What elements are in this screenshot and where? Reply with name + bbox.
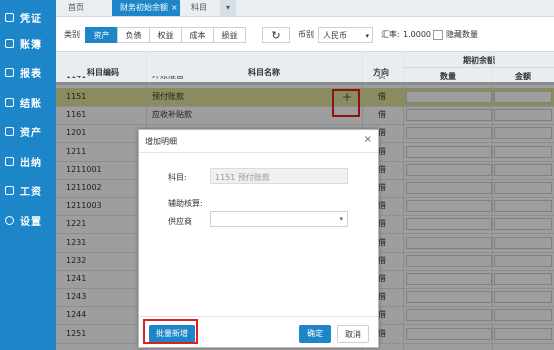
add-detail-dialog: 增加明细 × 科目: 1151 预付账款 辅助核算: 供应商 ▾ 批量新增 确定… (138, 129, 379, 348)
dialog-footer-divider (139, 316, 378, 317)
refresh-button[interactable]: ↻ (262, 27, 290, 43)
dialog-header: 增加明细 × (139, 130, 378, 153)
settings-icon (5, 215, 14, 225)
sidebar: 凭证 账簿 报表 结账 资产 出纳 工资 设置 (0, 0, 56, 350)
sidebar-item-ledger[interactable]: 账簿 (0, 30, 56, 56)
aux-label: 辅助核算: (168, 199, 203, 208)
category-asset-button[interactable]: 资产 (85, 27, 118, 43)
sidebar-item-label: 设置 (20, 216, 42, 228)
header-divider (404, 67, 554, 68)
sidebar-item-voucher[interactable]: 凭证 (0, 4, 56, 30)
currency-label: 币别 (298, 30, 314, 39)
category-label: 类别 (64, 30, 80, 39)
rate-label: 汇率: (381, 30, 400, 39)
dialog-title: 增加明细 (145, 137, 177, 146)
tab-home[interactable]: 首页 (68, 0, 84, 16)
annotation-highlight (143, 319, 198, 344)
cashier-icon (5, 156, 14, 166)
tab-more-button[interactable]: ▾ (220, 0, 236, 16)
sidebar-item-label: 结账 (20, 98, 42, 110)
refresh-icon: ↻ (271, 29, 281, 42)
sidebar-item-cashier[interactable]: 出纳 (0, 148, 56, 174)
category-cost-button[interactable]: 成本 (181, 27, 214, 43)
tab-opening-balance[interactable]: 财务初始余额 × (112, 0, 180, 16)
sidebar-item-settings[interactable]: 设置 (0, 207, 56, 233)
report-icon (5, 67, 14, 77)
hide-qty-checkbox[interactable] (433, 30, 443, 40)
voucher-icon (5, 12, 14, 22)
category-equity-button[interactable]: 权益 (149, 27, 182, 43)
tab-subject[interactable]: 科目 (191, 0, 207, 16)
category-profit-loss-button[interactable]: 损益 (213, 27, 246, 43)
sidebar-item-label: 出纳 (20, 157, 42, 169)
subject-label: 科目: (168, 173, 187, 182)
supplier-select[interactable]: ▾ (210, 211, 348, 227)
close-icon[interactable]: × (364, 134, 372, 145)
ok-button[interactable]: 确定 (299, 325, 331, 343)
salary-icon (5, 185, 14, 195)
chevron-down-icon: ▾ (365, 32, 369, 40)
sidebar-item-report[interactable]: 报表 (0, 59, 56, 85)
hide-qty-label: 隐藏数量 (446, 30, 478, 39)
supplier-label: 供应商 (168, 217, 192, 226)
tab-label: 财务初始余额 (120, 3, 168, 12)
subject-value: 1151 预付账款 (215, 173, 270, 182)
currency-select[interactable]: 人民币 ▾ (318, 27, 373, 43)
sidebar-item-label: 凭证 (20, 13, 42, 25)
close-icon[interactable]: × (171, 0, 178, 16)
tab-bar: 首页 财务初始余额 × 科目 ▾ (56, 0, 554, 17)
rate-value: 1.0000 (403, 30, 431, 39)
chevron-down-icon: ▾ (225, 3, 230, 12)
ledger-icon (5, 38, 14, 48)
subject-field: 1151 预付账款 (210, 168, 348, 184)
sidebar-item-asset[interactable]: 资产 (0, 118, 56, 144)
sidebar-item-salary[interactable]: 工资 (0, 177, 56, 203)
sidebar-item-closing[interactable]: 结账 (0, 89, 56, 115)
sidebar-item-label: 报表 (20, 68, 42, 80)
chevron-down-icon: ▾ (339, 215, 343, 223)
sidebar-item-label: 工资 (20, 186, 42, 198)
category-liability-button[interactable]: 负债 (117, 27, 150, 43)
sidebar-item-label: 账簿 (20, 39, 42, 51)
header-opening-balance: 期初余额 (463, 56, 495, 65)
asset-icon (5, 126, 14, 136)
cancel-button[interactable]: 取消 (337, 325, 369, 343)
sidebar-item-label: 资产 (20, 127, 42, 139)
currency-value: 人民币 (323, 31, 347, 40)
closing-icon (5, 97, 14, 107)
